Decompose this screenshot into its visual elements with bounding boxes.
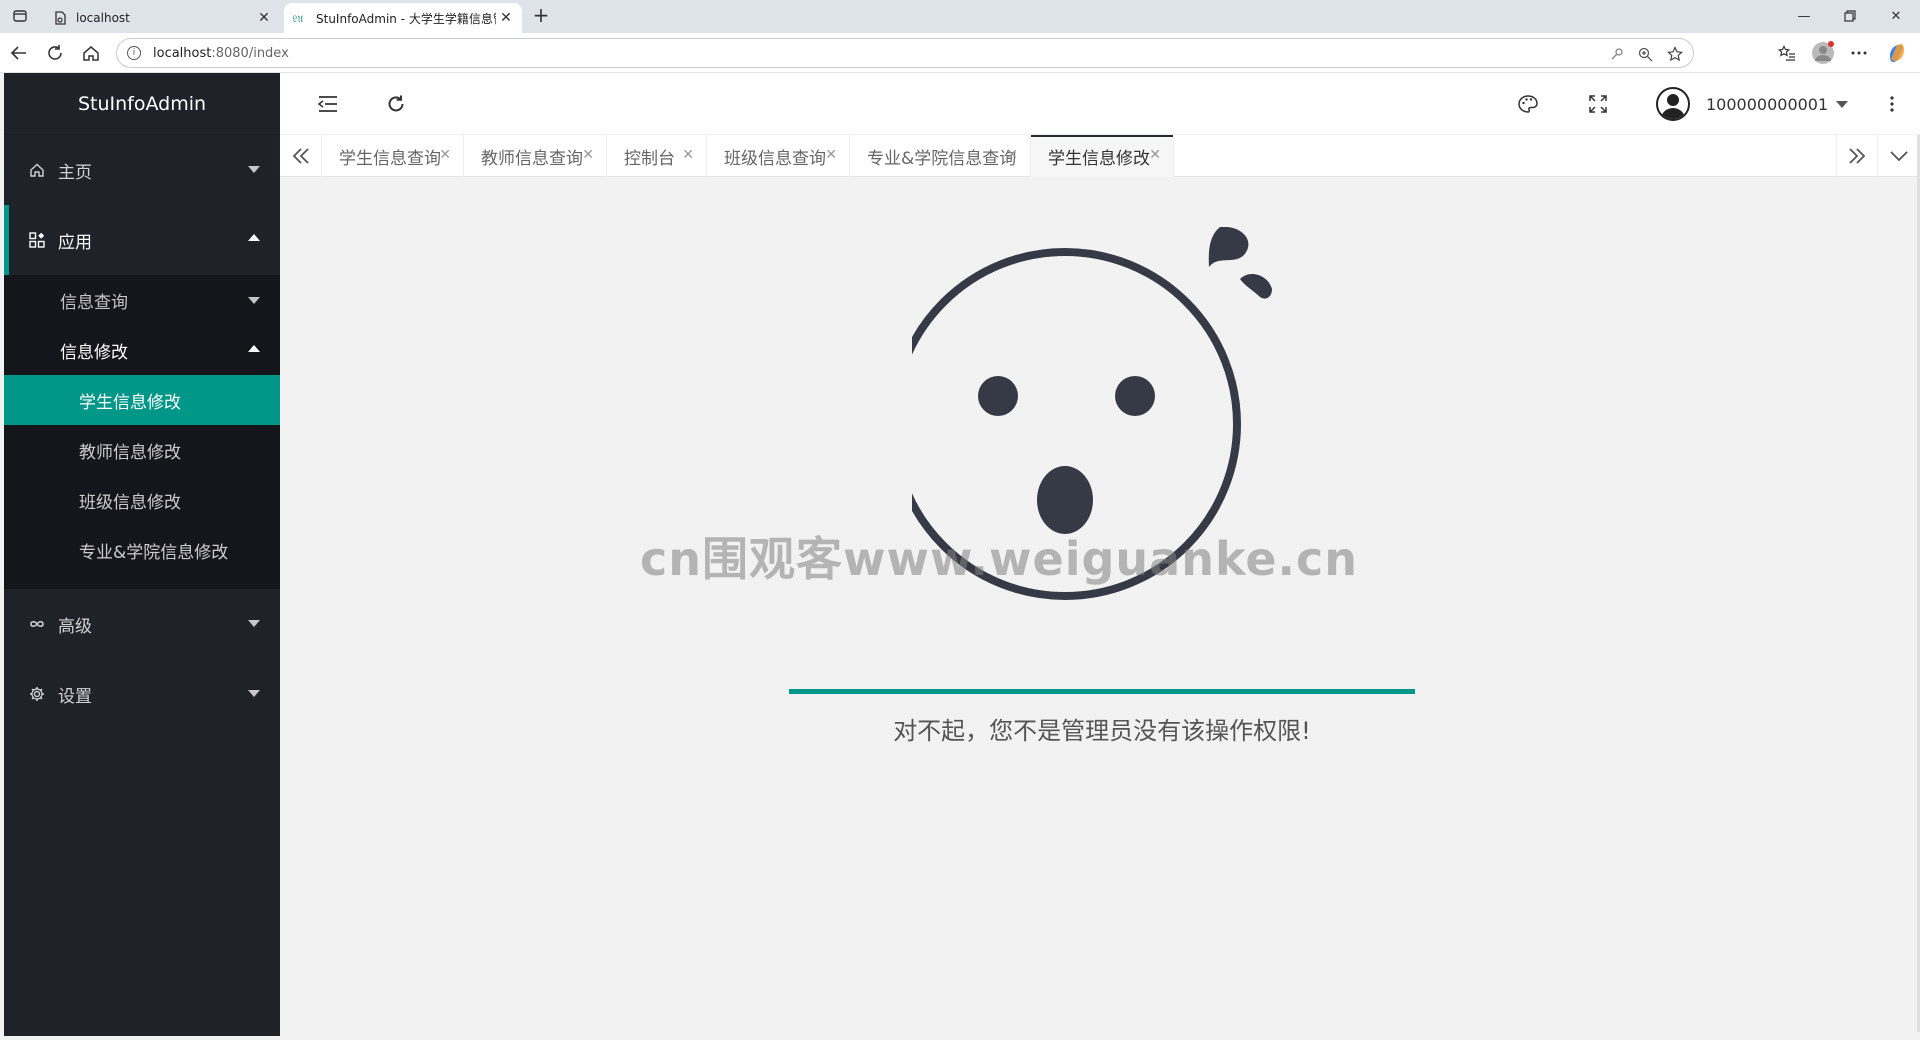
tab-student-query[interactable]: 学生信息查询 ✕ <box>322 135 464 177</box>
menu-item-label: 应用 <box>58 232 92 253</box>
submenu-item-teacher-edit[interactable]: 教师信息修改 <box>4 425 280 475</box>
menu-item-label: 高级 <box>58 616 92 637</box>
watermark-text: cn围观客www.weiguanke.cn <box>640 532 1359 586</box>
theme-palette-icon[interactable] <box>1516 92 1540 116</box>
address-url: localhost:8080/index <box>153 45 289 61</box>
tab-label: 学生信息查询 <box>339 148 441 169</box>
app-shell: StuInfoAdmin 主页 应用 信息查询 信息修改 学生信息修改 教师信息… <box>4 73 1920 1036</box>
more-menu-icon[interactable] <box>1846 41 1872 65</box>
tab-class-query[interactable]: 班级信息查询 ✕ <box>707 135 850 177</box>
page-tabs-bar: 学生信息查询 ✕ 教师信息查询 ✕ 控制台 ✕ 班级信息查询 ✕ 专业&学院信息… <box>280 135 1920 177</box>
back-icon[interactable] <box>6 41 32 65</box>
address-bar[interactable]: i localhost:8080/index <box>116 38 1694 68</box>
svg-text:𝔏𝔘: 𝔏𝔘 <box>292 14 303 24</box>
tab-console[interactable]: 控制台 ✕ <box>607 135 707 177</box>
error-divider <box>789 689 1415 694</box>
menu-item-label: 设置 <box>58 686 92 707</box>
close-icon[interactable]: ✕ <box>1149 147 1161 163</box>
submenu-item-info-query[interactable]: 信息查询 <box>4 275 280 325</box>
chevron-down-icon <box>248 166 260 173</box>
favorite-star-icon[interactable] <box>1661 39 1689 69</box>
reload-icon[interactable] <box>42 41 68 65</box>
close-icon[interactable]: ✕ <box>582 147 594 163</box>
key-icon[interactable] <box>1603 39 1631 69</box>
user-name: 100000000001 <box>1706 94 1829 114</box>
page-icon <box>52 10 68 26</box>
submenu-item-label: 信息修改 <box>60 342 128 363</box>
tabs-scroll-left-icon[interactable] <box>280 135 322 177</box>
chevron-down-icon <box>248 297 260 304</box>
restore-button[interactable] <box>1832 4 1868 28</box>
chevron-down-icon <box>248 690 260 697</box>
layui-favicon-icon: 𝔏𝔘 <box>292 10 308 26</box>
new-tab-button[interactable]: + <box>530 5 552 27</box>
tab-student-edit[interactable]: 学生信息修改 ✕ <box>1031 135 1174 177</box>
tab-label: 班级信息查询 <box>724 148 826 169</box>
close-icon[interactable]: ✕ <box>1006 147 1018 163</box>
main-content: cn围观客www.weiguanke.cn 对不起，您不是管理员没有该操作权限! <box>280 177 1920 1036</box>
close-tab-icon[interactable]: ✕ <box>496 10 516 26</box>
submenu-item-class-edit[interactable]: 班级信息修改 <box>4 475 280 525</box>
close-tab-icon[interactable]: ✕ <box>254 10 274 26</box>
browser-tab-localhost[interactable]: localhost ✕ <box>44 3 280 33</box>
apps-icon <box>28 231 46 249</box>
chevron-up-icon <box>248 234 260 241</box>
home-icon[interactable] <box>78 41 104 65</box>
avatar <box>1656 87 1690 121</box>
tab-major-college-query[interactable]: 专业&学院信息查询 ✕ <box>850 135 1031 177</box>
tab-label: 教师信息查询 <box>481 148 583 169</box>
gear-icon <box>28 685 46 703</box>
more-vertical-icon[interactable] <box>1880 92 1904 116</box>
collapse-menu-icon[interactable] <box>316 92 340 116</box>
infinity-icon <box>28 615 46 633</box>
tab-label: 专业&学院信息查询 <box>867 148 1017 169</box>
favorites-list-icon[interactable] <box>1774 41 1800 65</box>
close-icon[interactable]: ✕ <box>682 147 694 163</box>
copilot-icon[interactable] <box>1884 41 1910 65</box>
user-menu[interactable]: 100000000001 <box>1656 85 1849 123</box>
browser-tabstrip: localhost ✕ 𝔏𝔘 StuInfoAdmin - 大学生学籍信息管 ✕… <box>0 0 1920 33</box>
home-icon <box>28 161 46 179</box>
tab-actions-icon[interactable] <box>8 5 32 27</box>
submenu-item-major-college-edit[interactable]: 专业&学院信息修改 <box>4 525 280 589</box>
submenu-item-student-edit[interactable]: 学生信息修改 <box>4 375 280 425</box>
tab-label: 学生信息修改 <box>1048 148 1150 169</box>
submenu-item-label: 学生信息修改 <box>79 392 181 413</box>
chevron-down-icon <box>1836 100 1849 108</box>
tab-label: 控制台 <box>624 148 675 169</box>
submenu-item-label: 信息查询 <box>60 292 128 313</box>
sidebar: StuInfoAdmin 主页 应用 信息查询 信息修改 学生信息修改 教师信息… <box>4 73 280 1036</box>
chevron-up-icon <box>248 345 260 352</box>
menu-item-apps[interactable]: 应用 <box>4 205 280 275</box>
app-header: 100000000001 <box>280 73 1920 135</box>
browser-tab-title: localhost <box>76 11 130 25</box>
browser-tab-stuinfoadmin[interactable]: 𝔏𝔘 StuInfoAdmin - 大学生学籍信息管 ✕ <box>284 3 522 33</box>
close-icon[interactable]: ✕ <box>439 147 451 163</box>
menu-item-label: 主页 <box>58 162 92 183</box>
browser-toolbar: i localhost:8080/index <box>0 33 1920 73</box>
menu-item-settings[interactable]: 设置 <box>4 659 280 729</box>
browser-tab-title: StuInfoAdmin - 大学生学籍信息管 <box>316 11 496 26</box>
minimize-button[interactable]: — <box>1786 4 1822 28</box>
refresh-icon[interactable] <box>384 92 408 116</box>
submenu-item-label: 专业&学院信息修改 <box>79 542 229 563</box>
fullscreen-icon[interactable] <box>1586 92 1610 116</box>
error-message: 对不起，您不是管理员没有该操作权限! <box>893 717 1311 745</box>
submenu-item-label: 教师信息修改 <box>79 442 181 463</box>
chevron-down-icon <box>248 620 260 627</box>
submenu-apps: 信息查询 信息修改 学生信息修改 教师信息修改 班级信息修改 专业&学院信息修改 <box>4 275 280 589</box>
tabs-menu-chevron-down-icon[interactable] <box>1878 135 1920 177</box>
site-info-icon[interactable]: i <box>127 46 141 60</box>
close-window-button[interactable]: ✕ <box>1878 4 1914 28</box>
tab-teacher-query[interactable]: 教师信息查询 ✕ <box>464 135 607 177</box>
app-logo: StuInfoAdmin <box>4 73 280 135</box>
menu-item-advanced[interactable]: 高级 <box>4 589 280 659</box>
submenu-item-label: 班级信息修改 <box>79 492 181 513</box>
zoom-icon[interactable] <box>1631 39 1659 69</box>
tabs-scroll-right-icon[interactable] <box>1836 135 1878 177</box>
close-icon[interactable]: ✕ <box>825 147 837 163</box>
menu-item-home[interactable]: 主页 <box>4 135 280 205</box>
profile-avatar-icon[interactable] <box>1810 41 1836 65</box>
submenu-item-info-edit[interactable]: 信息修改 <box>4 325 280 375</box>
